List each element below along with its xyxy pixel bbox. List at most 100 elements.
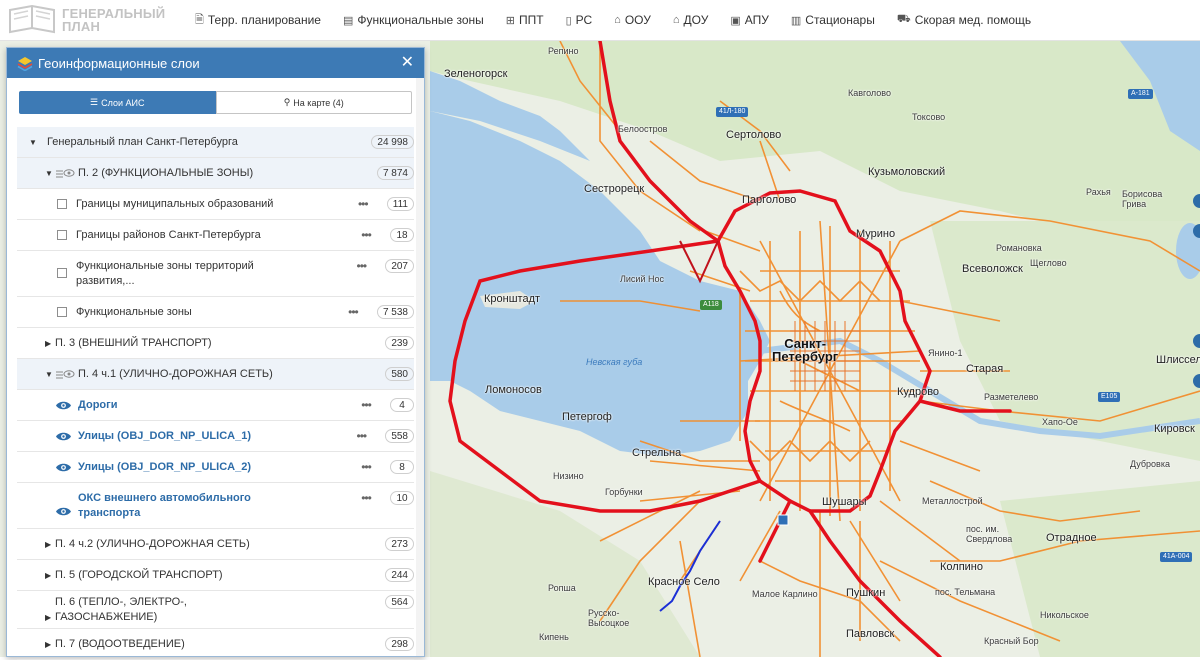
eye-icon[interactable] bbox=[55, 506, 72, 517]
caret-right-icon[interactable]: ▶ bbox=[45, 640, 55, 649]
layer-group-visibility-icon[interactable] bbox=[55, 168, 75, 178]
nav-functional-zones[interactable]: ▤ Функциональные зоны bbox=[343, 13, 484, 27]
more-options-icon[interactable]: ••• bbox=[356, 460, 376, 474]
map-label-toksovo: Токсово bbox=[912, 112, 946, 122]
more-options-icon[interactable]: ••• bbox=[351, 259, 371, 273]
map-label-ropsha: Ропша bbox=[548, 583, 576, 593]
eye-icon[interactable] bbox=[55, 462, 72, 473]
tree-row-root[interactable]: ▼ Генеральный план Санкт-Петербурга 24 9… bbox=[17, 127, 414, 158]
map-label-kirovsk: Кировск bbox=[1154, 423, 1195, 435]
map-label-hapo-oe: Хапо-Ое bbox=[1042, 417, 1078, 427]
road-shield-a118: А118 bbox=[700, 300, 722, 310]
close-icon[interactable]: ✕ bbox=[401, 55, 414, 71]
panel-scrollbar[interactable] bbox=[416, 78, 424, 656]
more-options-icon[interactable]: ••• bbox=[343, 305, 363, 319]
count-badge: 273 bbox=[385, 537, 414, 551]
nav-apu[interactable]: ▣ АПУ bbox=[730, 13, 769, 27]
tree-row-p6[interactable]: ▶ П. 6 (ТЕПЛО-, ЭЛЕКТРО-, ГАЗОСНАБЖЕНИЕ)… bbox=[17, 591, 414, 629]
hospital-icon: ▥ bbox=[790, 14, 802, 27]
more-options-icon[interactable]: ••• bbox=[356, 491, 376, 505]
map-label-maloe-karlino: Малое Карлино bbox=[752, 589, 818, 599]
layer-row: Улицы (OBJ_DOR_NP_ULICA_1) ••• 558 bbox=[17, 421, 414, 452]
map-label-lomonosov: Ломоносов bbox=[485, 384, 542, 396]
caret-right-icon[interactable]: ▶ bbox=[45, 540, 55, 549]
layer-row: Улицы (OBJ_DOR_NP_ULICA_2) ••• 8 bbox=[17, 452, 414, 483]
more-options-icon[interactable]: ••• bbox=[351, 429, 371, 443]
panel-title: Геоинформационные слои bbox=[38, 55, 200, 71]
tab-on-map[interactable]: ⚲ На карте (4) bbox=[215, 91, 412, 114]
map-label-dubrovka: Дубровка bbox=[1130, 459, 1170, 469]
map-label-murino: Мурино bbox=[856, 228, 896, 240]
nav-ppt[interactable]: ⊞ ППТ bbox=[506, 13, 544, 27]
logo[interactable]: ГЕНЕРАЛЬНЫЙ ПЛАН bbox=[0, 4, 195, 36]
count-badge: 24 998 bbox=[371, 135, 414, 149]
map-label-gorbunki: Горбунки bbox=[605, 487, 643, 497]
layers-stack-icon bbox=[17, 57, 33, 71]
count-badge: 111 bbox=[386, 197, 414, 211]
count-badge: 239 bbox=[385, 336, 414, 350]
map-label-russko-vysotskoe: Русско- Высоцкое bbox=[588, 608, 630, 628]
nav-hospitals[interactable]: ▥ Стационары bbox=[791, 13, 875, 27]
caret-down-icon[interactable]: ▼ bbox=[45, 169, 55, 178]
map-label-beloostrov: Белоостров bbox=[618, 124, 668, 134]
tree-row-p5[interactable]: ▶ П. 5 (ГОРОДСКОЙ ТРАНСПОРТ) 244 bbox=[17, 560, 414, 591]
caret-right-icon[interactable]: ▶ bbox=[45, 339, 55, 348]
map-label-krasny-bor: Красный Бор bbox=[984, 636, 1039, 646]
map-label-kuzmolovsky: Кузьмоловский bbox=[868, 166, 946, 178]
layer-group-visibility-icon[interactable] bbox=[55, 369, 75, 379]
map-label-petergof: Петергоф bbox=[562, 411, 612, 423]
more-options-icon[interactable]: ••• bbox=[356, 228, 376, 242]
more-options-icon[interactable]: ••• bbox=[353, 197, 373, 211]
map-label-pargolovo: Парголово bbox=[742, 194, 797, 206]
count-badge: 10 bbox=[390, 491, 414, 505]
map-label-razmetelevo: Разметелево bbox=[984, 392, 1039, 402]
logo-book-icon bbox=[9, 4, 55, 34]
nav-dou[interactable]: ⌂ ДОУ bbox=[673, 13, 708, 27]
map-label-otradnoe: Отрадное bbox=[1046, 532, 1097, 544]
tab-ais-layers[interactable]: ☰ Слои АИС bbox=[19, 91, 216, 114]
map-label-kronshtadt: Кронштадт bbox=[484, 293, 541, 305]
map-label-borisova-griva: Борисова Грива bbox=[1122, 189, 1163, 209]
layer-checkbox[interactable] bbox=[57, 268, 67, 278]
file-icon: ▯ bbox=[565, 14, 572, 27]
layer-checkbox[interactable] bbox=[57, 199, 67, 209]
road-shield-e105: E105 bbox=[1098, 392, 1121, 402]
map-label-nikolskoe: Никольское bbox=[1040, 610, 1089, 620]
count-badge: 8 bbox=[390, 460, 414, 474]
layer-row: Дороги ••• 4 bbox=[17, 390, 414, 421]
count-badge: 7 874 bbox=[376, 166, 414, 180]
nav-rs[interactable]: ▯ РС bbox=[566, 13, 593, 27]
caret-down-icon[interactable]: ▼ bbox=[45, 370, 55, 379]
map-label-nevskaya-guba: Невская губа bbox=[586, 357, 643, 367]
more-options-icon[interactable]: ••• bbox=[356, 398, 376, 412]
tree-row-p7[interactable]: ▶ П. 7 (ВОДООТВЕДЕНИЕ) 298 bbox=[17, 629, 414, 660]
nav-ambulance[interactable]: ⛟ Скорая мед. помощь bbox=[897, 13, 1031, 27]
map-label-repino: Репино bbox=[548, 46, 579, 56]
eye-icon[interactable] bbox=[55, 400, 72, 411]
map-label-sestroretsk: Сестрорецк bbox=[584, 183, 645, 195]
map-label-shlisselburg: Шлиссельбург bbox=[1156, 354, 1200, 366]
tree-row-p4-2[interactable]: ▶ П. 4 ч.2 (УЛИЧНО-ДОРОЖНАЯ СЕТЬ) 273 bbox=[17, 529, 414, 560]
top-navigation: ГЕНЕРАЛЬНЫЙ ПЛАН 🗎 Терр. планирование ▤ Фу… bbox=[0, 0, 1200, 41]
eye-icon[interactable] bbox=[55, 431, 72, 442]
tree-row-p3[interactable]: ▶ П. 3 (ВНЕШНИЙ ТРАНСПОРТ) 239 bbox=[17, 328, 414, 359]
nav-menu: 🗎 Терр. планирование ▤ Функциональные зоны… bbox=[195, 11, 1053, 30]
panel-header: Геоинформационные слои ✕ bbox=[7, 48, 424, 78]
map-label-telmana: пос. Тельмана bbox=[935, 587, 996, 597]
count-badge: 580 bbox=[385, 367, 414, 381]
nav-terr-planning[interactable]: 🗎 Терр. планирование bbox=[195, 11, 321, 30]
nav-oou[interactable]: ⌂ ООУ bbox=[614, 13, 651, 27]
map-label-lisiy-nos: Лисий Нос bbox=[620, 274, 664, 284]
layer-checkbox[interactable] bbox=[57, 307, 67, 317]
tree-row-p4-1[interactable]: ▼ П. 4 ч.1 (УЛИЧНО-ДОРОЖНАЯ СЕТЬ) 580 bbox=[17, 359, 414, 390]
layer-checkbox[interactable] bbox=[57, 230, 67, 240]
caret-right-icon[interactable]: ▶ bbox=[45, 613, 55, 622]
caret-down-icon[interactable]: ▼ bbox=[29, 138, 39, 147]
count-badge: 558 bbox=[385, 429, 414, 443]
map-label-kavgolovo: Кавголово bbox=[848, 88, 891, 98]
caret-right-icon[interactable]: ▶ bbox=[45, 571, 55, 580]
map-label-pushkin: Пушкин bbox=[846, 587, 886, 599]
tree-row-p2[interactable]: ▼ П. 2 (ФУНКЦИОНАЛЬНЫЕ ЗОНЫ) 7 874 bbox=[17, 158, 414, 189]
map-label-vsevolozhsk: Всеволожск bbox=[962, 263, 1023, 275]
map-label-yanino: Янино-1 bbox=[928, 348, 963, 358]
